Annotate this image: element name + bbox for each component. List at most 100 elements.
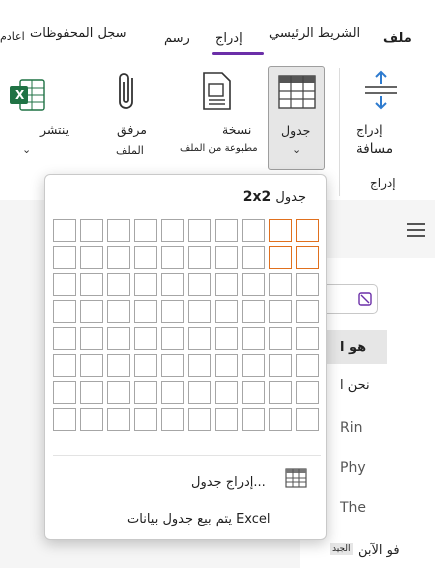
grid-cell[interactable] [215,408,238,431]
hamburger-icon[interactable] [407,223,425,237]
grid-cell[interactable] [242,246,265,269]
table-button[interactable]: جدول ⌄ [268,66,325,170]
grid-cell-selected[interactable] [296,246,319,269]
grid-cell[interactable] [107,354,130,377]
grid-cell-selected[interactable] [296,219,319,242]
grid-cell[interactable] [80,408,103,431]
grid-cell[interactable] [269,381,292,404]
grid-cell[interactable] [161,300,184,323]
grid-cell-selected[interactable] [269,219,292,242]
grid-cell[interactable] [80,219,103,242]
grid-cell[interactable] [215,300,238,323]
grid-cell[interactable] [134,246,157,269]
grid-cell[interactable] [53,354,76,377]
grid-cell[interactable] [296,408,319,431]
grid-cell[interactable] [134,327,157,350]
grid-cell[interactable] [161,408,184,431]
grid-cell[interactable] [215,246,238,269]
grid-cell[interactable] [215,381,238,404]
note-line-5[interactable]: The [340,500,366,516]
insert-space-button[interactable]: إدراج مسافة [350,66,412,166]
tab-overflow[interactable]: اعادم [0,30,25,43]
grid-cell[interactable] [53,327,76,350]
grid-cell[interactable] [269,273,292,296]
grid-cell[interactable] [53,246,76,269]
note-line-1[interactable]: هو ا [340,340,366,355]
spreadsheet-button[interactable]: X ينتشر ⌄ [0,66,80,166]
grid-cell[interactable] [188,219,211,242]
grid-cell[interactable] [188,381,211,404]
grid-cell[interactable] [242,354,265,377]
grid-cell[interactable] [107,300,130,323]
grid-cell[interactable] [215,219,238,242]
grid-cell[interactable] [296,300,319,323]
excel-spreadsheet-menu-item[interactable]: يتم بيع جدول بيانات Excel [127,512,271,527]
grid-cell[interactable] [161,381,184,404]
grid-cell[interactable] [80,381,103,404]
grid-cell[interactable] [134,219,157,242]
grid-cell[interactable] [296,381,319,404]
grid-cell[interactable] [242,273,265,296]
grid-cell[interactable] [134,273,157,296]
grid-cell[interactable] [161,219,184,242]
note-line-4[interactable]: Phy [340,460,366,476]
tab-home[interactable]: الشريط الرئيسي [269,26,360,41]
grid-cell[interactable] [80,300,103,323]
grid-cell[interactable] [188,300,211,323]
grid-cell[interactable] [80,246,103,269]
grid-cell[interactable] [296,273,319,296]
note-line-2[interactable]: نحن ا [340,378,370,393]
grid-cell[interactable] [53,408,76,431]
grid-cell[interactable] [53,381,76,404]
grid-cell-selected[interactable] [269,246,292,269]
grid-cell[interactable] [134,381,157,404]
grid-cell[interactable] [161,273,184,296]
grid-cell[interactable] [107,219,130,242]
grid-cell[interactable] [134,300,157,323]
grid-cell[interactable] [134,354,157,377]
grid-cell[interactable] [269,354,292,377]
tab-history[interactable]: سجل المحفوظات [30,26,127,41]
grid-cell[interactable] [107,327,130,350]
tab-file[interactable]: ملف [383,31,412,46]
grid-cell[interactable] [161,354,184,377]
grid-cell[interactable] [269,300,292,323]
grid-cell[interactable] [53,300,76,323]
note-line-3[interactable]: Rin [340,420,363,436]
grid-cell[interactable] [269,327,292,350]
grid-cell[interactable] [215,273,238,296]
grid-cell[interactable] [53,219,76,242]
grid-cell[interactable] [215,327,238,350]
grid-cell[interactable] [215,354,238,377]
grid-cell[interactable] [107,381,130,404]
grid-cell[interactable] [188,354,211,377]
grid-cell[interactable] [161,246,184,269]
grid-cell[interactable] [107,408,130,431]
grid-cell[interactable] [188,273,211,296]
grid-cell[interactable] [188,246,211,269]
grid-cell[interactable] [269,408,292,431]
grid-cell[interactable] [242,381,265,404]
grid-cell[interactable] [242,300,265,323]
grid-cell[interactable] [80,354,103,377]
grid-cell[interactable] [107,273,130,296]
grid-cell[interactable] [296,354,319,377]
grid-cell[interactable] [80,327,103,350]
attach-file-button[interactable]: مرفق الملف [100,66,160,166]
grid-cell[interactable] [53,273,76,296]
grid-cell[interactable] [161,327,184,350]
grid-cell[interactable] [80,273,103,296]
tab-insert[interactable]: إدراج [215,31,243,46]
grid-cell[interactable] [242,219,265,242]
grid-cell[interactable] [107,246,130,269]
insert-table-label[interactable]: إدراج جدول... [191,475,266,490]
grid-cell[interactable] [188,327,211,350]
grid-cell[interactable] [188,408,211,431]
grid-cell[interactable] [134,408,157,431]
grid-cell[interactable] [296,327,319,350]
note-line-6[interactable]: فو الآبن [358,543,400,558]
edit-button[interactable] [320,284,378,314]
grid-cell[interactable] [242,408,265,431]
grid-cell[interactable] [242,327,265,350]
printout-button[interactable]: نسخة مطبوعة من الملف [178,66,258,166]
